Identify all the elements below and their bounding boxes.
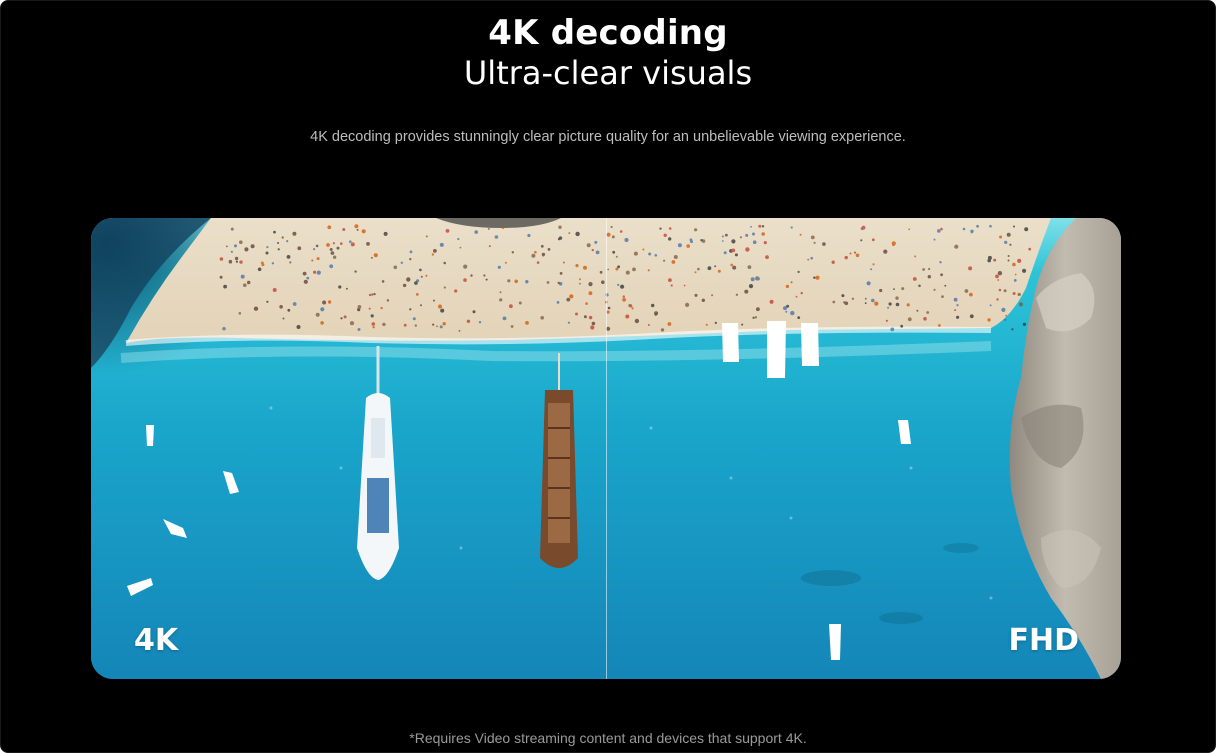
footnote: *Requires Video streaming content and de… [409,730,807,746]
feature-description: 4K decoding provides stunningly clear pi… [310,129,906,145]
resolution-comparison-image: 4K FHD [91,218,1121,679]
feature-subtitle: Ultra-clear visuals [463,54,753,92]
feature-section: 4K decoding Ultra-clear visuals 4K decod… [0,0,1216,753]
label-fhd: FHD [1008,623,1079,658]
label-4k: 4K [134,623,179,658]
feature-title: 4K decoding [488,13,728,53]
comparison-divider [606,218,607,679]
